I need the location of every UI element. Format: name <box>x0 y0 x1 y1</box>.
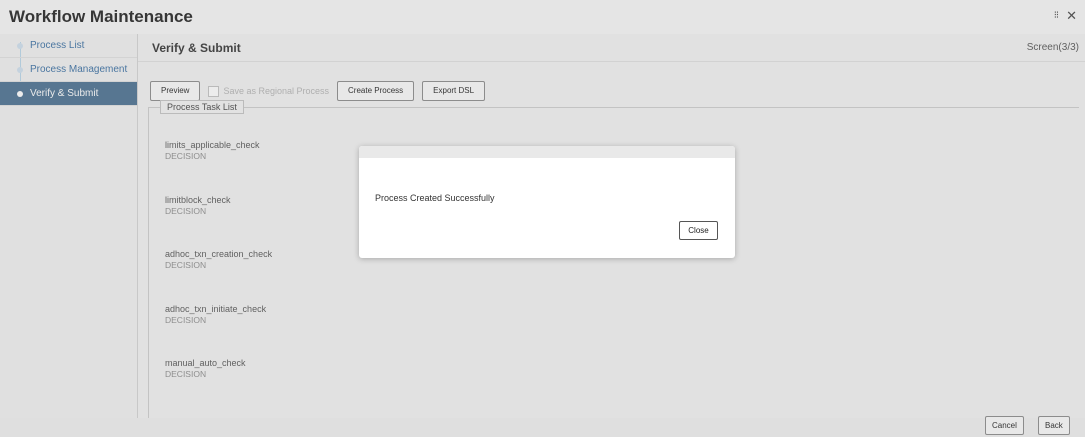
close-button[interactable]: Close <box>679 221 718 240</box>
success-dialog: Process Created Successfully Close <box>359 146 735 258</box>
workflow-maintenance-window: Workflow Maintenance ⁝⁝ ✕ Process List P… <box>0 0 1085 437</box>
dialog-message: Process Created Successfully <box>375 193 495 203</box>
dialog-header <box>359 146 735 158</box>
